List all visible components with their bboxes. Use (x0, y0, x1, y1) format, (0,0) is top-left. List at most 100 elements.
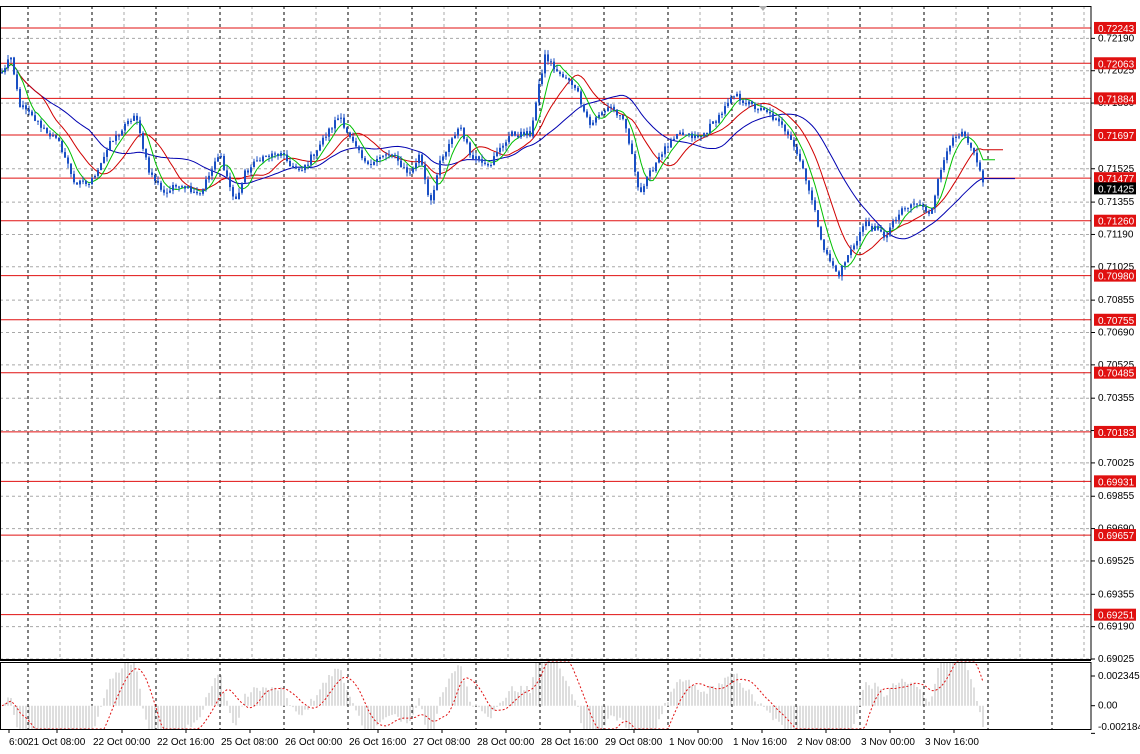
candle (334, 116, 336, 133)
candle (952, 134, 954, 148)
candle (676, 133, 678, 140)
candle (505, 139, 507, 151)
candle (757, 108, 759, 114)
candle-body (616, 109, 618, 116)
level-label: 0.69251 (1098, 611, 1135, 622)
candle-body (955, 136, 957, 138)
candle-body (142, 133, 144, 149)
candle-body (457, 128, 459, 136)
candle-body (331, 128, 333, 130)
candle-body (658, 156, 660, 163)
candle (559, 71, 561, 77)
candle (190, 182, 192, 194)
candle (976, 148, 978, 167)
candle-body (790, 134, 792, 140)
candle (478, 155, 480, 163)
candle-body (79, 180, 81, 185)
candle (79, 179, 81, 188)
candle (433, 185, 435, 204)
time-label: 21 Oct 08:00 (28, 737, 86, 748)
level-label: 0.71260 (1098, 217, 1135, 228)
candle-body (418, 154, 420, 164)
candle-body (595, 117, 597, 123)
candle (691, 131, 693, 142)
candle (415, 158, 417, 172)
candle-body (28, 109, 30, 112)
candle (622, 114, 624, 121)
price-tick-label: 0.71190 (1098, 229, 1134, 240)
candle-body (343, 117, 345, 128)
candle-body (775, 118, 777, 120)
candle-body (487, 163, 489, 166)
candle-body (667, 146, 669, 148)
candle (913, 198, 915, 208)
candle (640, 182, 642, 193)
candle-body (196, 191, 198, 194)
candle (373, 160, 375, 166)
candle (574, 84, 576, 91)
candle (127, 118, 129, 127)
candle-body (187, 186, 189, 189)
candle-body (97, 170, 99, 176)
current-price-label: 0.71425 (1098, 184, 1135, 195)
candle (940, 167, 942, 183)
candle (547, 50, 549, 65)
candle (802, 159, 804, 170)
candle (832, 257, 834, 269)
price-tick-label: 0.71355 (1098, 197, 1135, 208)
candle (628, 128, 630, 146)
candle-body (613, 106, 615, 110)
candle (658, 152, 660, 164)
candle-body (676, 134, 678, 139)
candle (61, 140, 63, 154)
candle-body (697, 135, 699, 138)
candle (895, 216, 897, 224)
candle (100, 162, 102, 171)
candle (649, 167, 651, 181)
candle (598, 112, 600, 120)
candle-body (844, 262, 846, 266)
candle (424, 161, 426, 185)
candle-body (136, 115, 138, 121)
price-tick-label: 0.70855 (1098, 295, 1135, 306)
candle-body (862, 226, 864, 232)
candle (409, 168, 411, 176)
candle (487, 162, 489, 168)
candle-body (496, 152, 498, 157)
candle-body (811, 190, 813, 201)
candle (682, 128, 684, 136)
candle-body (670, 140, 672, 148)
candle-body (871, 226, 873, 231)
candle (160, 180, 162, 192)
candle-body (349, 132, 351, 137)
candle-body (328, 128, 330, 137)
candle (970, 142, 972, 151)
candle (565, 74, 567, 80)
candle-body (568, 78, 570, 81)
candle (466, 136, 468, 145)
candle-body (727, 102, 729, 107)
candle-body (547, 54, 549, 62)
time-label: 26 Oct 16:00 (349, 737, 407, 748)
forex-chart[interactable]: 0.721900.720250.718600.715250.713550.711… (0, 0, 1140, 754)
candle-body (805, 168, 807, 181)
candle (937, 178, 939, 199)
price-tick-label: 0.72190 (1098, 33, 1135, 44)
candle-body (124, 124, 126, 131)
candle (439, 155, 441, 179)
candle-body (739, 93, 741, 101)
candle-body (238, 192, 240, 199)
time-label: 22 Oct 16:00 (157, 737, 215, 748)
candle (241, 182, 243, 195)
candle-body (706, 133, 708, 134)
candle-body (826, 249, 828, 254)
candle-body (415, 163, 417, 169)
candle-body (781, 121, 783, 125)
candle-body (673, 138, 675, 141)
candle-body (766, 110, 768, 112)
candle-body (484, 162, 486, 164)
candle (865, 217, 867, 231)
candle-body (409, 172, 411, 174)
candle (922, 202, 924, 210)
candle (37, 120, 39, 125)
